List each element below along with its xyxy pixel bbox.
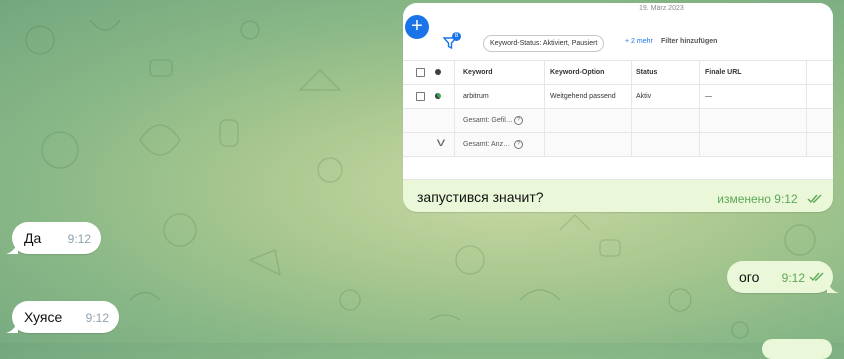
bubble-tail [6,242,18,254]
message-text: запустився значит? [417,189,544,205]
outgoing-screenshot-message[interactable]: 19. März 2023 + 8 Keyword-Status: Aktivi… [403,3,833,212]
total-row: v Gesamt: Anz… ? [403,133,833,157]
message-time: 9:12 [781,271,805,285]
chevron-down-icon: v [436,135,446,149]
bubble-tail [6,321,18,333]
table-header-row: Keyword Keyword-Option Status Finale URL [403,60,833,85]
incoming-message[interactable]: Да 9:12 [6,222,101,254]
message-text: Да [24,230,42,246]
help-icon: ? [514,140,523,149]
add-fab-button: + [405,15,429,39]
message-text: ого [739,269,760,285]
incoming-message[interactable]: Хуясе 9:12 [6,301,119,333]
keyword-table: Keyword Keyword-Option Status Finale URL… [403,60,833,157]
filter-count-badge: 8 [452,32,461,41]
outgoing-message[interactable]: ого 9:12 [727,261,839,293]
message-time: 9:12 [67,232,91,246]
attached-screenshot[interactable]: 19. März 2023 + 8 Keyword-Status: Aktivi… [403,3,833,180]
table-row: arbitrum Weitgehend passend Aktiv — [403,85,833,109]
keyword-status-filter-chip: Keyword-Status: Aktiviert, Pausiert [483,35,605,52]
double-check-icon [807,194,822,204]
more-filters-link: + 2 mehr [625,38,653,45]
message-time: 9:12 [85,311,109,325]
status-cell: Aktiv [636,93,652,100]
select-all-checkbox-icon [416,68,425,77]
status-dot-icon [435,69,441,75]
column-header-final-url: Finale URL [705,69,742,76]
column-header-keyword-option: Keyword-Option [550,69,605,76]
double-check-icon [809,272,824,282]
column-header-status: Status [636,69,658,76]
keyword-option-cell: Weitgehend passend [550,93,616,100]
bubble-tail [827,281,839,293]
enabled-status-icon [435,93,441,99]
row-checkbox-icon [416,92,425,101]
column-header-keyword: Keyword [463,69,493,76]
add-filter-label: Filter hinzufügen [661,38,718,45]
edited-time-label: изменено 9:12 [717,192,798,206]
screenshot-date: 19. März 2023 [639,5,684,12]
outgoing-message-partial[interactable] [762,339,832,359]
total-label: Gesamt: Anz… [463,141,511,148]
help-icon: ? [514,116,523,125]
message-text: Хуясе [24,309,63,325]
message-edited-time: изменено 9:12 [717,192,823,206]
keyword-cell: arbitrum [463,93,489,100]
total-label: Gesamt: Gefil… [463,117,513,124]
final-url-cell: — [705,93,712,100]
total-row: Gesamt: Gefil… ? [403,109,833,133]
